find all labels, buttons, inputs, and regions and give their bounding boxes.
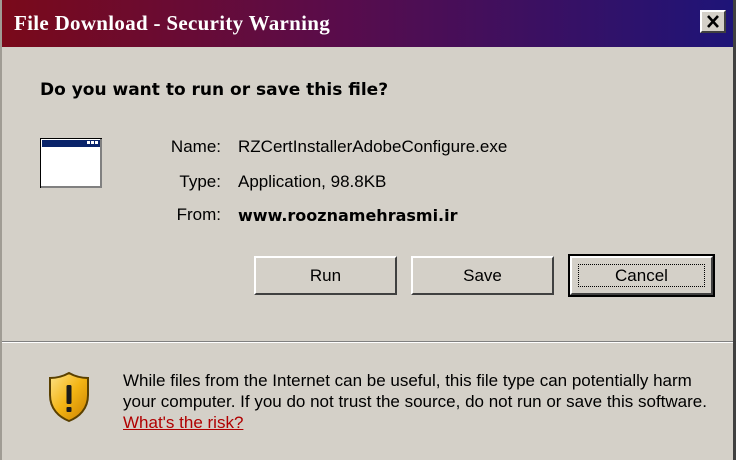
save-button-label: Save bbox=[463, 265, 502, 285]
prompt-question: Do you want to run or save this file? bbox=[40, 80, 389, 100]
security-warning-message: While files from the Internet can be use… bbox=[123, 370, 723, 433]
name-label: Name: bbox=[170, 137, 221, 156]
security-shield-icon bbox=[48, 371, 90, 428]
cancel-button[interactable]: Cancel bbox=[568, 254, 715, 297]
file-source-value: www.rooznamehrasmi.ir bbox=[238, 206, 458, 225]
close-icon bbox=[707, 15, 719, 28]
warning-body-text: While files from the Internet can be use… bbox=[123, 371, 707, 411]
title-bar[interactable]: File Download - Security Warning bbox=[2, 0, 733, 47]
save-button[interactable]: Save bbox=[411, 256, 554, 295]
security-warning-dialog: File Download - Security Warning Do you … bbox=[0, 0, 736, 460]
application-window-icon bbox=[40, 138, 102, 193]
run-button-label: Run bbox=[309, 265, 342, 285]
file-name-value: RZCertInstallerAdobeConfigure.exe bbox=[238, 137, 508, 156]
file-type-value: Application, 98.8KB bbox=[238, 172, 387, 191]
whats-the-risk-link[interactable]: What's the risk? bbox=[123, 413, 243, 432]
focus-rectangle bbox=[578, 264, 705, 287]
close-button[interactable] bbox=[700, 10, 726, 33]
run-button[interactable]: Run bbox=[254, 256, 397, 295]
section-divider bbox=[2, 341, 733, 343]
from-label: From: bbox=[176, 205, 221, 224]
window-title: File Download - Security Warning bbox=[14, 11, 331, 35]
type-label: Type: bbox=[179, 172, 221, 191]
